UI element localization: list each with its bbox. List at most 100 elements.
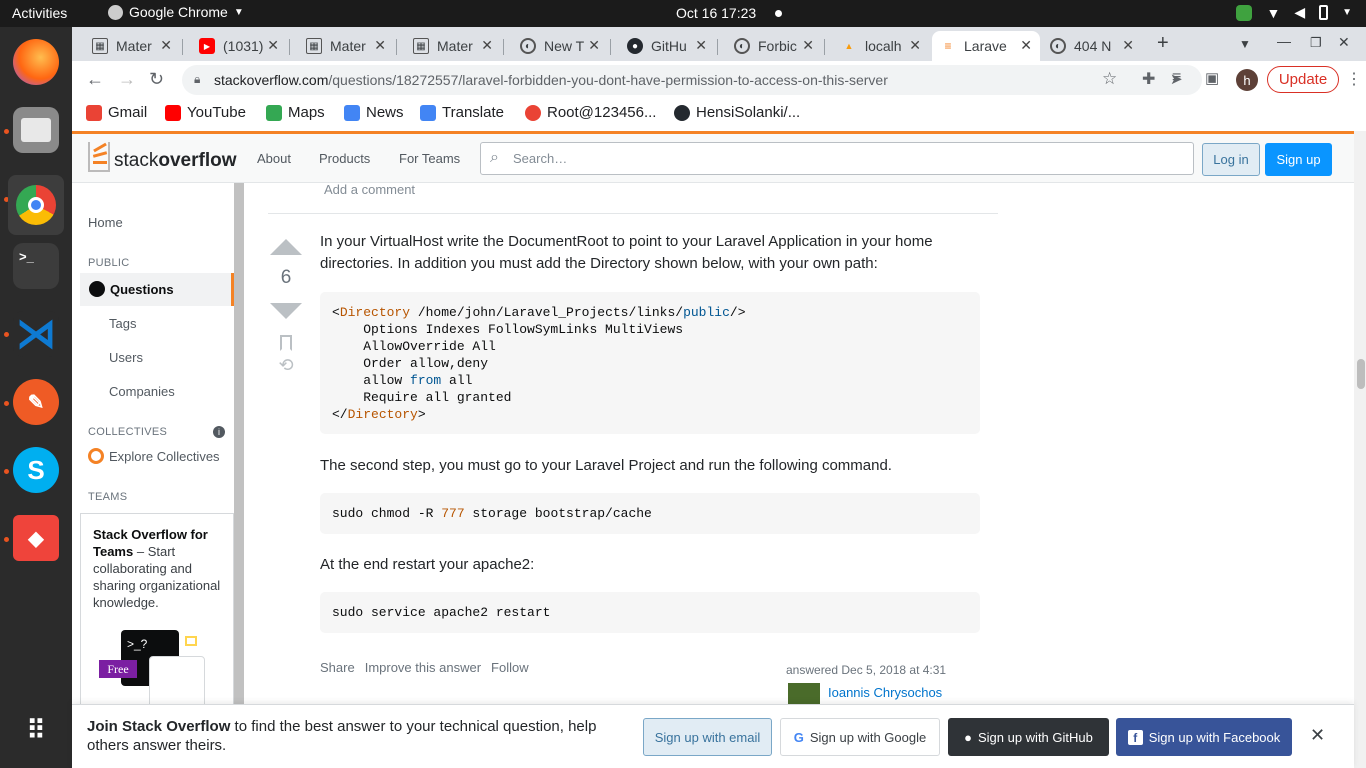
tab[interactable]: ▦ Mater ✕ <box>84 31 180 61</box>
reading-list-icon[interactable]: ≡ <box>1172 69 1181 87</box>
so-logo[interactable]: stack overflow <box>88 142 236 172</box>
tab[interactable]: ▦ Mater ✕ <box>298 31 394 61</box>
add-comment-link[interactable]: Add a comment <box>324 182 415 197</box>
sidebar-item-home[interactable]: Home <box>88 215 123 230</box>
close-window-icon[interactable]: ✕ <box>1338 34 1350 51</box>
nav-about[interactable]: About <box>257 151 291 166</box>
sidebar-item-tags[interactable]: Tags <box>109 316 136 331</box>
star-icon[interactable]: ☆ <box>1102 69 1117 89</box>
vscode-icon[interactable]: ⋊ <box>13 311 59 357</box>
close-icon[interactable]: ✕ <box>1122 37 1134 54</box>
close-icon[interactable]: ✕ <box>1020 37 1032 54</box>
signup-facebook-button[interactable]: f Sign up with Facebook <box>1116 718 1292 756</box>
close-icon[interactable]: ✕ <box>160 37 172 54</box>
close-icon[interactable]: ✕ <box>374 37 386 54</box>
stackoverflow-icon: ≡ <box>944 39 952 53</box>
bookmark-maps[interactable]: Maps <box>266 104 325 121</box>
signup-button[interactable]: Sign up <box>1265 143 1332 176</box>
tab[interactable]: ▲ localh ✕ <box>833 31 929 61</box>
close-icon[interactable]: ✕ <box>1310 725 1325 746</box>
tab-label: Forbic <box>758 38 797 54</box>
update-button[interactable]: Update <box>1267 66 1339 93</box>
so-search-input[interactable]: ⌕ Search… <box>480 142 1194 175</box>
system-tray[interactable]: ▼ ◀ ▼ <box>1236 4 1352 21</box>
user-name-link[interactable]: Ioannis Chrysochos <box>828 685 942 700</box>
app-menu[interactable]: Google Chrome ▼ <box>108 4 244 20</box>
tab[interactable]: ▦ Mater ✕ <box>405 31 501 61</box>
firefox-icon[interactable] <box>13 39 59 85</box>
address-bar[interactable]: 🔒︎ stackoverflow.com/questions/18272557/… <box>182 65 1202 95</box>
tab-search-chevron-icon[interactable]: ▼ <box>1239 37 1251 51</box>
pma-icon: ▲ <box>844 41 854 51</box>
sidebar-item-users[interactable]: Users <box>109 350 143 365</box>
profile-avatar[interactable]: h <box>1236 69 1258 91</box>
improve-link[interactable]: Improve this answer <box>365 660 481 675</box>
button-label: Sign up with GitHub <box>977 729 1093 745</box>
os-top-bar: Activities Google Chrome ▼ Oct 16 17:23 … <box>0 0 1366 27</box>
reload-icon[interactable]: ↻ <box>149 69 164 90</box>
side-panel-icon[interactable]: ▣ <box>1205 69 1219 87</box>
close-icon[interactable]: ✕ <box>909 37 921 54</box>
close-icon[interactable]: ✕ <box>588 37 600 54</box>
running-indicator <box>4 332 9 337</box>
volume-icon: ◀ <box>1294 4 1306 20</box>
chrome-icon[interactable] <box>8 175 64 235</box>
clock[interactable]: Oct 16 17:23 <box>676 5 756 21</box>
sidebar-item-questions[interactable]: Questions <box>80 273 234 306</box>
avatar[interactable] <box>788 683 820 705</box>
postman-icon[interactable]: ✎ <box>13 379 59 425</box>
anydesk-icon[interactable]: ◆ <box>13 515 59 561</box>
sidebar-scrollbar[interactable] <box>234 183 244 768</box>
bookmark-root[interactable]: Root@123456... <box>525 104 656 121</box>
info-icon[interactable]: i <box>213 426 225 438</box>
extensions-icon[interactable]: ✚ <box>1142 69 1155 89</box>
close-icon[interactable]: ✕ <box>481 37 493 54</box>
sidebar-item-explore-collectives[interactable]: Explore Collectives <box>109 449 220 464</box>
new-tab-plus-icon[interactable]: + <box>1157 32 1169 55</box>
close-icon[interactable]: ✕ <box>802 37 814 54</box>
tab[interactable]: ◐ 404 N ✕ <box>1042 31 1142 61</box>
bookmark-news[interactable]: News <box>344 104 404 121</box>
signup-github-button[interactable]: ● Sign up with GitHub <box>948 718 1109 756</box>
battery-icon <box>1319 5 1329 20</box>
bookmark-translate[interactable]: Translate <box>420 104 504 121</box>
share-link[interactable]: Share <box>320 660 355 675</box>
back-arrow-icon[interactable]: ← <box>86 69 104 90</box>
scrollbar-thumb[interactable] <box>1357 359 1365 389</box>
kebab-menu-icon[interactable]: ⋮ <box>1346 69 1362 89</box>
bookmark-gmail[interactable]: Gmail <box>86 104 147 121</box>
tab[interactable]: ● GitHu ✕ <box>619 31 715 61</box>
minimize-icon[interactable]: — <box>1277 33 1291 49</box>
signup-google-button[interactable]: G Sign up with Google <box>780 718 940 756</box>
history-icon[interactable]: ⟲ <box>268 355 304 376</box>
login-button[interactable]: Log in <box>1202 143 1260 176</box>
follow-link[interactable]: Follow <box>491 660 529 675</box>
nav-for-teams[interactable]: For Teams <box>399 151 460 166</box>
bookmark-youtube[interactable]: YouTube <box>165 104 246 121</box>
bookmark-label: Root@123456... <box>547 104 657 121</box>
tab[interactable]: ▶ (1031) ✕ <box>191 31 287 61</box>
skype-icon[interactable]: S <box>13 447 59 493</box>
sidebar-item-companies[interactable]: Companies <box>109 384 175 399</box>
tab[interactable]: ◐ Forbic ✕ <box>726 31 822 61</box>
terminal-icon[interactable]: >_ <box>13 243 59 289</box>
close-icon[interactable]: ✕ <box>267 37 279 54</box>
tab-active[interactable]: ≡ Larave ✕ <box>932 31 1040 61</box>
files-icon[interactable] <box>13 107 59 153</box>
bookmarks-bar: Gmail YouTube Maps News Translate Root@1… <box>72 99 1366 131</box>
bookmark-icon[interactable] <box>280 335 292 351</box>
downvote-arrow-icon[interactable] <box>270 303 302 319</box>
nav-products[interactable]: Products <box>319 151 370 166</box>
close-icon[interactable]: ✕ <box>695 37 707 54</box>
tab[interactable]: ◐ New T ✕ <box>512 31 608 61</box>
upvote-arrow-icon[interactable] <box>270 239 302 255</box>
signup-email-button[interactable]: Sign up with email <box>643 718 772 756</box>
forward-arrow-icon[interactable]: → <box>118 69 136 90</box>
maximize-icon[interactable]: ❐ <box>1310 35 1322 51</box>
divider <box>289 39 290 55</box>
activities-button[interactable]: Activities <box>12 5 67 21</box>
page-scrollbar[interactable] <box>1354 131 1366 768</box>
apps-icon: ▦ <box>306 38 322 54</box>
show-apps-icon[interactable]: ⠿ <box>13 707 59 753</box>
bookmark-github[interactable]: HensiSolanki/... <box>674 104 800 121</box>
